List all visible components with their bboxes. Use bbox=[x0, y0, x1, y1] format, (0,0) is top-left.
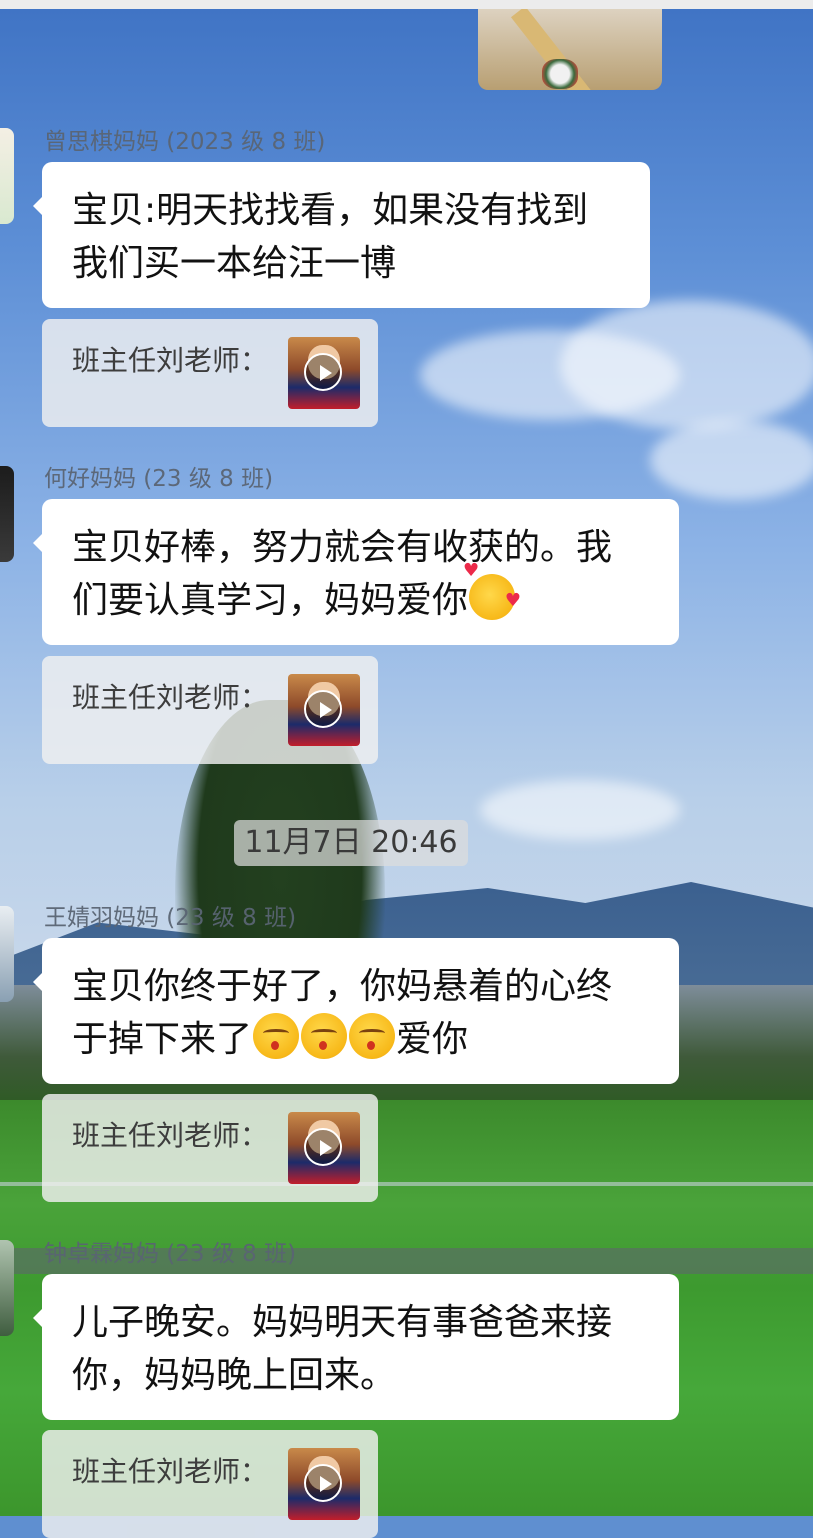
sender-name: 王婧羽妈妈 (23 级 8 班) bbox=[44, 905, 297, 931]
kissing-face-icon bbox=[349, 1013, 396, 1059]
message-bubble[interactable]: 宝贝你终于好了，你妈悬着的心终 于掉下来了 爱你 bbox=[33, 938, 679, 1084]
sender-name: 何好妈妈 (23 级 8 班) bbox=[44, 466, 274, 492]
play-icon[interactable] bbox=[304, 353, 342, 391]
smiling-face-with-hearts-icon bbox=[463, 562, 521, 620]
timestamp-divider: 11月7日 20:46 bbox=[234, 820, 468, 866]
quoted-reply[interactable]: 班主任刘老师： bbox=[42, 1430, 378, 1538]
quote-label: 班主任刘老师： bbox=[72, 1455, 269, 1488]
message-bubble[interactable]: 宝贝好棒，努力就会有收获的。我 们要认真学习，妈妈爱你 bbox=[33, 499, 679, 645]
quoted-reply[interactable]: 班主任刘老师： bbox=[42, 1094, 378, 1202]
kissing-face-icon bbox=[301, 1013, 348, 1059]
quote-label: 班主任刘老师： bbox=[72, 681, 269, 714]
top-bar-edge bbox=[0, 0, 813, 9]
video-thumbnail[interactable] bbox=[288, 674, 360, 746]
play-icon[interactable] bbox=[304, 1464, 342, 1502]
avatar[interactable] bbox=[0, 1240, 14, 1336]
message-text-line: 宝贝:明天找找看，如果没有找到 bbox=[72, 190, 589, 231]
message-text-line: 宝贝你终于好了，你妈悬着的心终 bbox=[72, 966, 613, 1007]
play-icon[interactable] bbox=[304, 1128, 342, 1166]
video-thumbnail[interactable] bbox=[288, 1112, 360, 1184]
previous-image-message[interactable] bbox=[478, 9, 662, 90]
quote-label: 班主任刘老师： bbox=[72, 1119, 269, 1152]
avatar[interactable] bbox=[0, 128, 14, 224]
video-thumbnail[interactable] bbox=[288, 337, 360, 409]
message-text-line: 于掉下来了 爱你 bbox=[72, 1013, 649, 1066]
avatar[interactable] bbox=[0, 906, 14, 1002]
chat-message-list[interactable]: 曾思棋妈妈 (2023 级 8 班) 宝贝:明天找找看，如果没有找到 我们买一本… bbox=[0, 0, 813, 1538]
sender-name: 钟卓霖妈妈 (23 级 8 班) bbox=[44, 1241, 297, 1267]
quote-label: 班主任刘老师： bbox=[72, 344, 269, 377]
avatar[interactable] bbox=[0, 466, 14, 562]
play-icon[interactable] bbox=[304, 690, 342, 728]
message-text-line: 儿子晚安。妈妈明天有事爸爸来接 bbox=[72, 1302, 613, 1343]
quoted-reply[interactable]: 班主任刘老师： bbox=[42, 656, 378, 764]
message-text-line: 宝贝好棒，努力就会有收获的。我 bbox=[72, 527, 613, 568]
video-thumbnail[interactable] bbox=[288, 1448, 360, 1520]
message-text-line: 你，妈妈晚上回来。 bbox=[72, 1355, 397, 1396]
message-bubble[interactable]: 儿子晚安。妈妈明天有事爸爸来接 你，妈妈晚上回来。 bbox=[33, 1274, 679, 1420]
message-text-line: 我们买一本给汪一博 bbox=[72, 243, 397, 284]
message-bubble[interactable]: 宝贝:明天找找看，如果没有找到 我们买一本给汪一博 bbox=[33, 162, 650, 308]
sender-name: 曾思棋妈妈 (2023 级 8 班) bbox=[44, 129, 326, 155]
kissing-face-icon bbox=[253, 1013, 300, 1059]
message-text-line: 们要认真学习，妈妈爱你 bbox=[72, 562, 649, 627]
quoted-reply[interactable]: 班主任刘老师： bbox=[42, 319, 378, 427]
